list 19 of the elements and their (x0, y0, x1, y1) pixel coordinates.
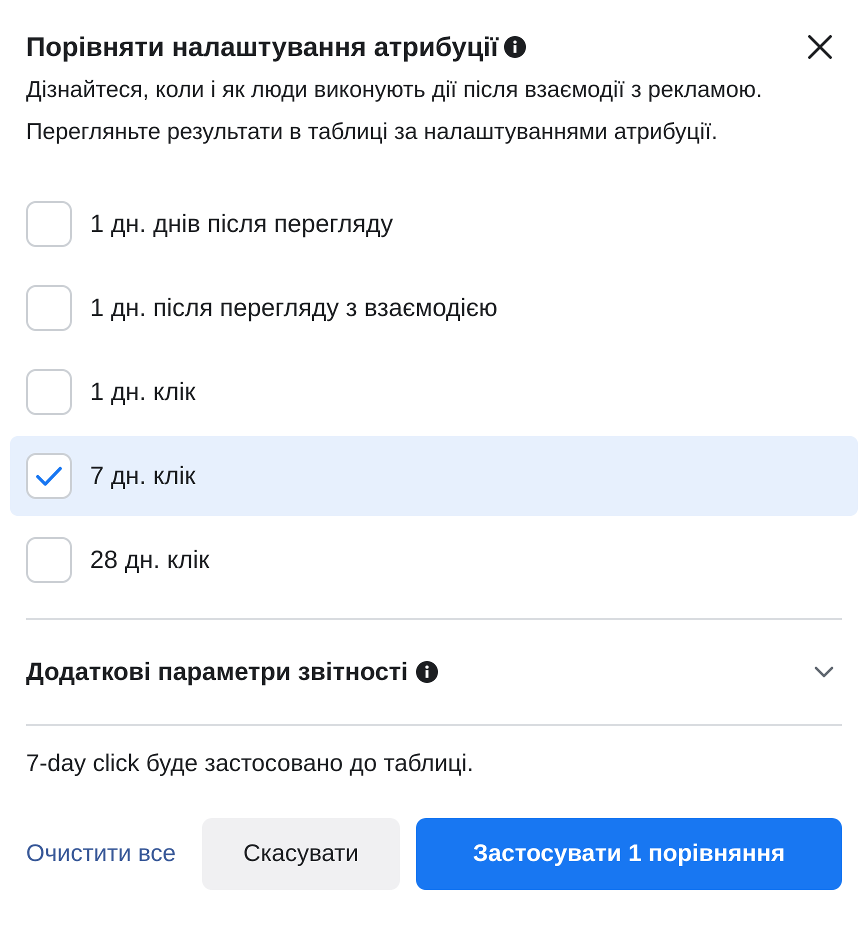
apply-button[interactable]: Застосувати 1 порівняння (416, 818, 842, 890)
checkbox[interactable] (26, 369, 72, 415)
dialog-title: Порівняти налаштування атрибуції (26, 32, 498, 62)
option-label: 1 дн. днів після перегляду (90, 210, 394, 238)
checkbox[interactable] (26, 285, 72, 331)
checkbox[interactable] (26, 537, 72, 583)
info-icon[interactable] (504, 36, 526, 58)
cancel-button[interactable]: Скасувати (202, 818, 400, 890)
option-label: 1 дн. клік (90, 378, 196, 406)
option-label: 1 дн. після перегляду з взаємодією (90, 294, 498, 322)
summary-text: 7-day click буде застосовано до таблиці. (26, 749, 475, 779)
checkbox[interactable] (26, 453, 72, 499)
info-icon[interactable] (416, 661, 438, 683)
dialog-description: Дізнайтеся, коли і як люди виконують дії після взаємодії з рекламою. Перегляньте результати в таблиці за налаштуваннями атрибуції. (26, 75, 764, 146)
option-label: 7 дн. клік (90, 462, 196, 490)
section-title: Додаткові параметри звітності (26, 658, 408, 686)
checkbox[interactable] (26, 201, 72, 247)
option-label: 28 дн. клік (90, 546, 210, 574)
clear-link[interactable]: Очистити все (26, 834, 186, 874)
